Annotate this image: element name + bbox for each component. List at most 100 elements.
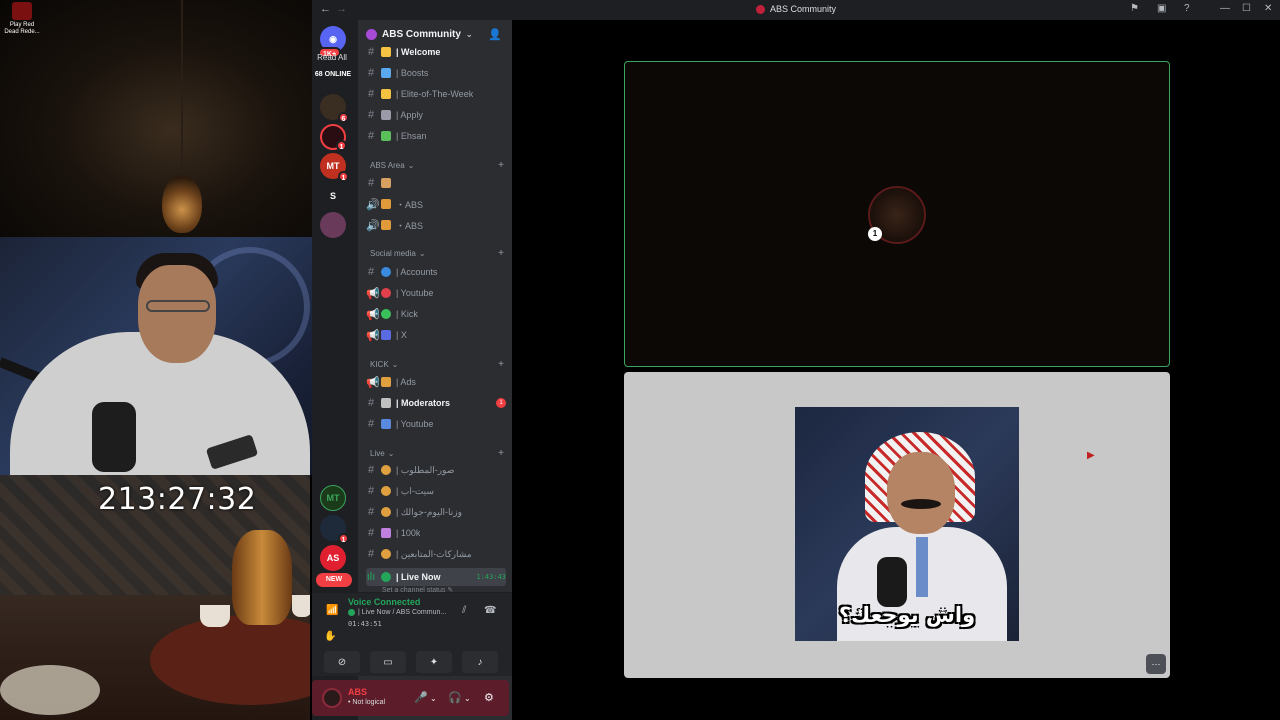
category-kick[interactable]: KICK ⌄ + — [370, 357, 504, 371]
live-duration: 1:43:43 — [476, 573, 506, 581]
chevron-down-icon: ⌄ — [407, 160, 415, 170]
discord-logo-icon: ◉ — [329, 33, 337, 44]
add-channel-icon[interactable]: + — [498, 248, 504, 259]
voice-stage: 1 واش يوجعك؟ ▶ ··· — [512, 20, 1280, 720]
tv-icon — [381, 419, 391, 429]
read-all-button[interactable]: Read All — [312, 53, 352, 62]
channel-kick-youtube[interactable]: # | Youtube — [366, 415, 506, 433]
mention-badge: 1 — [496, 398, 506, 408]
wave-icon: ✋ — [324, 631, 337, 642]
megaphone-icon: 📢 — [366, 287, 380, 300]
channel-ehsan[interactable]: # | Ehsan — [366, 127, 506, 145]
microphone — [92, 402, 136, 472]
activities-icon: ✦ — [429, 656, 439, 668]
server-icon — [756, 4, 765, 14]
avatar[interactable] — [322, 688, 342, 708]
desktop-shortcut[interactable]: Play Red Dead Rede... — [2, 2, 42, 36]
add-channel-icon[interactable]: + — [498, 448, 504, 459]
channel-welcome[interactable]: # | Welcome — [366, 43, 506, 61]
hash-icon: # — [367, 506, 375, 518]
discord-home-button[interactable]: ◉ 1K+ — [318, 26, 346, 58]
help-icon[interactable]: ? — [1184, 3, 1190, 14]
screenshare-button[interactable]: ▭ — [370, 651, 406, 673]
voice-activity-icon: ılı — [366, 571, 376, 583]
server-icon-7[interactable]: 1 — [320, 515, 349, 544]
channel-emoji-icon — [381, 309, 391, 319]
hash-icon: # — [367, 418, 375, 430]
participant-tile[interactable]: 1 — [624, 61, 1170, 367]
server-icon-5[interactable] — [320, 212, 346, 238]
noise-suppression-icon[interactable]: ⫽ — [462, 605, 466, 616]
server-icon-mt-green[interactable]: MT — [320, 485, 346, 511]
chevron-down-icon[interactable]: ⌄ — [430, 694, 437, 703]
channel-ads[interactable]: 📢 | Ads — [366, 373, 506, 391]
maximize-icon[interactable]: ☐ — [1242, 3, 1251, 14]
hash-icon: # — [367, 109, 375, 121]
voice-channel-abs-2[interactable]: 🔊 ・ABS — [366, 216, 506, 234]
voice-channel-label[interactable]: | Live Now / ABS Commun... — [348, 609, 446, 616]
megaphone-icon: 📢 — [366, 329, 380, 342]
voice-channel-live-now[interactable]: ılı | Live Now 1:43:43 — [366, 568, 506, 586]
soundboard-button[interactable]: ♪ — [462, 651, 498, 673]
server-icon-s[interactable]: S — [320, 183, 346, 209]
server-icon-mt[interactable]: MT 1 — [320, 153, 349, 182]
close-icon[interactable]: ✕ — [1264, 3, 1272, 14]
channel-accounts[interactable]: # | Accounts — [366, 263, 506, 281]
disconnect-icon[interactable]: ☎ — [484, 605, 496, 616]
new-servers-pill[interactable]: NEW — [316, 573, 352, 587]
screenshare-tile[interactable]: واش يوجعك؟ — [624, 372, 1170, 678]
speaker-icon: 🔊 — [366, 219, 380, 232]
microphone-icon[interactable]: 🎤 — [414, 691, 428, 704]
headphones-icon[interactable]: 🎧 — [448, 691, 462, 704]
hash-icon: # — [367, 88, 375, 100]
plant-icon — [381, 131, 391, 141]
channel-live-1[interactable]: # | صور-المطلوب — [366, 461, 506, 479]
voice-connected-label[interactable]: Voice Connected — [348, 597, 420, 607]
webcam-feed — [0, 237, 350, 475]
camera-button[interactable]: ⊘ — [324, 651, 360, 673]
stream-overlay: Play Red Dead Rede... 213:27:32 — [0, 0, 350, 720]
activities-button[interactable]: ✦ — [416, 651, 452, 673]
back-arrow-icon[interactable]: ← — [320, 3, 331, 15]
channel-live-3[interactable]: # | وزنا-اليوم-جوالك — [366, 503, 506, 521]
channel-moderators[interactable]: # | Moderators 1 — [366, 394, 506, 412]
add-channel-icon[interactable]: + — [498, 359, 504, 370]
invite-user-icon[interactable]: 👤 — [488, 28, 502, 41]
channel-elite[interactable]: # | Elite-of-The-Week — [366, 85, 506, 103]
server-icon-as[interactable]: AS — [320, 545, 346, 571]
hammer-icon — [381, 398, 391, 408]
channel-boosts[interactable]: # | Boosts — [366, 64, 506, 82]
meme-image: واش يوجعك؟ — [795, 407, 1019, 641]
channel-x[interactable]: 📢 | X — [366, 326, 506, 344]
server-icon-1[interactable]: 6 — [320, 94, 349, 123]
channel-100k[interactable]: # | 100k — [366, 524, 506, 542]
voice-channel-abs-1[interactable]: 🔊 ・ABS — [366, 195, 506, 213]
add-channel-icon[interactable]: + — [498, 160, 504, 171]
channel-apply[interactable]: # | Apply — [366, 106, 506, 124]
user-panel: ABS • Not logical 🎤 ⌄ 🎧 ⌄ ⚙ — [312, 680, 509, 716]
username[interactable]: ABS — [348, 687, 367, 697]
gear-icon[interactable]: ⚙ — [484, 691, 494, 704]
channel-live-5[interactable]: # | مشاركات-المتابعين — [366, 545, 506, 563]
megaphone-icon: 📢 — [366, 376, 380, 389]
channel-emoji-icon — [381, 507, 391, 517]
server-icon-abs[interactable]: 1 — [320, 124, 347, 151]
category-social-media[interactable]: Social media ⌄ + — [370, 246, 504, 260]
hash-icon: # — [367, 67, 375, 79]
channel-kick[interactable]: 📢 | Kick — [366, 305, 506, 323]
minimize-icon[interactable]: — — [1220, 3, 1230, 14]
flag-icon[interactable]: ⚑ — [1130, 3, 1139, 14]
channel-abs-area-text[interactable]: # — [366, 174, 506, 192]
channel-live-2[interactable]: # | سيت-اب — [366, 482, 506, 500]
party-icon — [381, 528, 391, 538]
channel-youtube[interactable]: 📢 | Youtube — [366, 284, 506, 302]
connection-signal-icon[interactable]: 📶 — [326, 605, 338, 616]
chevron-down-icon[interactable]: ⌄ — [464, 694, 471, 703]
category-live[interactable]: Live ⌄ + — [370, 446, 504, 460]
megaphone-icon: 📢 — [366, 308, 380, 321]
inbox-icon[interactable]: ▣ — [1157, 3, 1166, 14]
window-title: ABS Community — [756, 4, 836, 14]
category-abs-area[interactable]: ABS Area ⌄ + — [370, 158, 504, 172]
more-options-button[interactable]: ··· — [1146, 654, 1166, 674]
forward-arrow-icon[interactable]: → — [336, 3, 347, 15]
